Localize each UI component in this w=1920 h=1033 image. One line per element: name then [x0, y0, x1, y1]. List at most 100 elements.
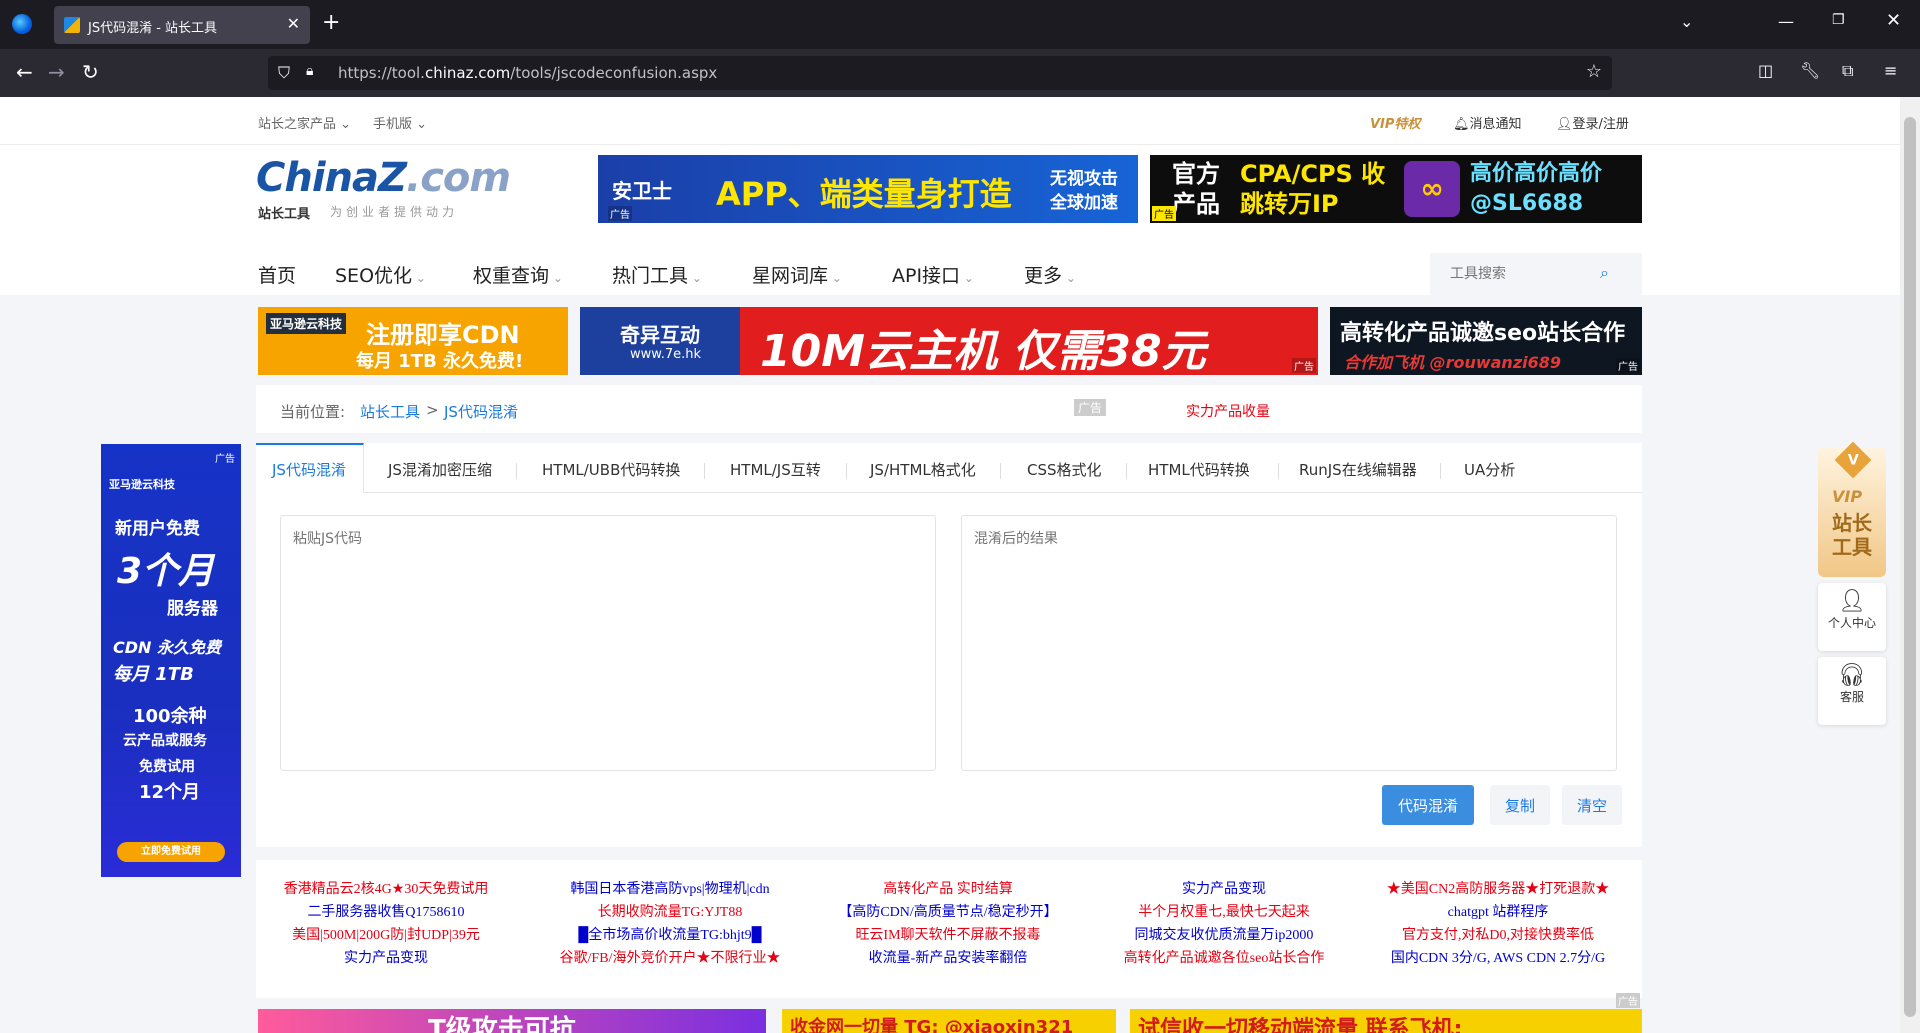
nav-home[interactable]: 首页	[258, 261, 296, 288]
tab-html-convert[interactable]: HTML代码转换	[1148, 459, 1250, 480]
text-ad-link[interactable]: 谷歌/FB/海外竞价开户★不限行业★	[540, 947, 800, 970]
text-ad-link[interactable]: 实力产品变现	[1094, 878, 1354, 901]
user-icon: 👤︎	[1838, 589, 1866, 614]
text-ad-link[interactable]: 实力产品变现	[256, 947, 516, 970]
tab-js-encrypt-compress[interactable]: JS混淆加密压缩	[388, 459, 492, 480]
tool-search-input[interactable]	[1430, 253, 1642, 295]
side-ad-l5: 每月 1TB	[113, 664, 194, 685]
bottom-ad-3[interactable]: 试信收一切移动端流量 联系飞机:	[1130, 1009, 1642, 1033]
chinaz-logo[interactable]: ChinaZ.com	[256, 155, 511, 201]
headset-icon: 🎧︎	[1838, 663, 1866, 688]
nav-hot-tools[interactable]: 热门工具 ⌄	[612, 261, 702, 288]
text-ad-link[interactable]: 香港精品云2核4G★30天免费试用	[256, 878, 516, 901]
side-ad-cta[interactable]: 立即免费试用	[117, 842, 225, 862]
ad2-right: 高价高价高价 @SL6688	[1470, 161, 1603, 216]
tab-divider	[1126, 463, 1127, 479]
vip-badge[interactable]: V VIP 站长 工具	[1818, 441, 1886, 577]
side-ad-l6: 100余种	[133, 706, 207, 727]
text-ad-link[interactable]: 官方支付,对私D0,对接快费率低	[1368, 924, 1628, 947]
minimize-icon[interactable]: —	[1778, 12, 1794, 31]
banner-ad-1[interactable]: 亚马逊云科技 注册即享CDN 每月 1TB 永久免费!	[258, 307, 568, 375]
banner-ad-2[interactable]: 奇异互动 www.7e.hk 10M云主机 仅需38元 广告	[580, 307, 1318, 375]
mobile-link[interactable]: 手机版 ⌄	[373, 113, 427, 132]
bottom-ad-1[interactable]: T级攻击可抗	[258, 1009, 766, 1033]
left-side-ad[interactable]: 广告 亚马逊云科技 新用户免费 3个月 服务器 CDN 永久免费 每月 1TB …	[101, 444, 241, 877]
menu-icon[interactable]: ≡	[1884, 61, 1897, 80]
text-ad-link[interactable]: 国内CDN 3分/G, AWS CDN 2.7分/G	[1368, 947, 1628, 970]
copy-button[interactable]: 复制	[1490, 785, 1550, 825]
vip-link[interactable]: VIP特权	[1370, 113, 1420, 132]
site-header: ChinaZ.com 站长工具 为创业者提供动力 安卫士 APP、端类量身打造 …	[0, 145, 1900, 295]
breadcrumb-current[interactable]: JS代码混淆	[444, 401, 518, 422]
scrollbar-thumb[interactable]	[1904, 117, 1916, 1017]
nav-more[interactable]: 更多 ⌄	[1024, 261, 1076, 288]
page-scrollbar[interactable]	[1900, 97, 1920, 1033]
customer-service-button[interactable]: 🎧︎ 客服	[1818, 657, 1886, 725]
header-ad-2[interactable]: 官方 产品 CPA/CPS 收跳转万IP ∞ 高价高价高价 @SL6688 广告	[1150, 155, 1642, 223]
bell-icon: 🔔︎	[1453, 117, 1470, 132]
url-text[interactable]: https://tool.chinaz.com/tools/jscodeconf…	[338, 64, 717, 82]
browser-tab-active[interactable]: JS代码混淆 - 站长工具 ✕	[54, 6, 310, 44]
tab-runjs[interactable]: RunJS在线编辑器	[1299, 459, 1417, 480]
text-ad-link[interactable]: 长期收购流量TG:YJT88	[540, 901, 800, 924]
js-input-textarea[interactable]	[280, 515, 936, 771]
text-ad-link[interactable]: 美国|500M|200G防|封UDP|39元	[256, 924, 516, 947]
breadcrumb-home-link[interactable]: 站长工具	[360, 401, 420, 422]
promo-link[interactable]: 实力产品收量	[1186, 401, 1270, 421]
search-icon[interactable]: ⌕	[1600, 263, 1609, 283]
tab-js-obfuscate[interactable]: JS代码混淆	[272, 459, 346, 480]
banner-ad-3[interactable]: 高转化产品诚邀seo站长合作 合作加飞机 @rouwanzi689 广告	[1330, 307, 1642, 375]
text-ad-link[interactable]: 收流量-新产品安装率翻倍	[818, 947, 1078, 970]
text-ad-link[interactable]: 旺云IM聊天软件不屏蔽不报毒	[818, 924, 1078, 947]
text-ad-link[interactable]: ★美国CN2高防服务器★打死退款★	[1368, 878, 1628, 901]
nav-seo[interactable]: SEO优化 ⌄	[335, 261, 426, 288]
bookmark-star-icon[interactable]: ☆	[1586, 61, 1602, 82]
ad-label: 广告	[608, 206, 632, 221]
restore-icon[interactable]: ❐	[1832, 12, 1845, 28]
text-ad-link[interactable]: 高转化产品诚邀各位seo站长合作	[1094, 947, 1354, 970]
wrench-icon[interactable]: 🔧︎	[1800, 61, 1820, 80]
tab-html-js[interactable]: HTML/JS互转	[730, 459, 821, 480]
bottom-ad-2[interactable]: 收金网一切量 TG: @xiaoxin321	[782, 1009, 1116, 1033]
text-ad-link[interactable]: 高转化产品 实时结算	[818, 878, 1078, 901]
lock-icon[interactable]: 🔒︎	[306, 63, 313, 79]
tab-js-html-format[interactable]: JS/HTML格式化	[870, 459, 976, 480]
b1-sub: 每月 1TB 永久免费!	[356, 351, 524, 372]
shield-icon[interactable]: ⛉	[278, 63, 290, 83]
top-utility-bar: 站长之家产品 ⌄ 手机版 ⌄ VIP特权 🔔︎消息通知 👤︎登录/注册	[0, 97, 1900, 145]
nav-weight[interactable]: 权重查询 ⌄	[473, 261, 563, 288]
notifications-link[interactable]: 🔔︎消息通知	[1453, 113, 1522, 132]
extensions-icon[interactable]: ⧉	[1842, 61, 1853, 81]
text-ad-link[interactable]: 半个月权重七,最快七天起来	[1094, 901, 1354, 924]
firefox-icon[interactable]	[12, 14, 32, 34]
forward-arrow-icon[interactable]: →	[48, 60, 65, 84]
tab-ua[interactable]: UA分析	[1464, 459, 1515, 480]
new-tab-icon[interactable]: +	[322, 10, 340, 35]
text-ad-link[interactable]: █全市场高价收流量TG:bhjt9█	[540, 924, 800, 947]
nav-keywords[interactable]: 星网词库 ⌄	[752, 261, 842, 288]
text-ad-column: 实力产品变现 半个月权重七,最快七天起来 同城交友收优质流量万ip2000 高转化产品…	[1094, 878, 1354, 970]
window-close-icon[interactable]: ✕	[1886, 10, 1901, 31]
address-bar[interactable]: ⛉ 🔒︎ https://tool.chinaz.com/tools/jscod…	[268, 56, 1612, 90]
products-link[interactable]: 站长之家产品 ⌄	[258, 113, 351, 132]
tab-html-ubb[interactable]: HTML/UBB代码转换	[542, 459, 680, 480]
nav-api[interactable]: API接口 ⌄	[892, 261, 974, 288]
text-ad-link[interactable]: 同城交友收优质流量万ip2000	[1094, 924, 1354, 947]
clear-button[interactable]: 清空	[1562, 785, 1622, 825]
b2-text: 10M云主机 仅需38元	[760, 326, 1206, 375]
text-ad-link[interactable]: 【高防CDN/高质量节点/稳定秒开】	[818, 901, 1078, 924]
obfuscated-output-textarea[interactable]	[961, 515, 1617, 771]
obfuscate-button[interactable]: 代码混淆	[1382, 785, 1474, 825]
text-ad-link[interactable]: chatgpt 站群程序	[1368, 901, 1628, 924]
text-ad-link[interactable]: 二手服务器收售Q1758610	[256, 901, 516, 924]
login-link[interactable]: 👤︎登录/注册	[1556, 113, 1629, 132]
header-ad-1[interactable]: 安卫士 APP、端类量身打造 无视攻击 全球加速 广告	[598, 155, 1138, 223]
back-arrow-icon[interactable]: ←	[16, 60, 33, 84]
close-tab-icon[interactable]: ✕	[287, 14, 300, 33]
reload-icon[interactable]: ↻	[82, 60, 99, 84]
chevron-down-icon[interactable]: ⌄	[1680, 12, 1693, 31]
personal-center-button[interactable]: 👤︎ 个人中心	[1818, 583, 1886, 651]
pocket-icon[interactable]: ◫	[1758, 61, 1773, 80]
tab-css-format[interactable]: CSS格式化	[1027, 459, 1102, 480]
text-ad-link[interactable]: 韩国日本香港高防vps|物理机|cdn	[540, 878, 800, 901]
